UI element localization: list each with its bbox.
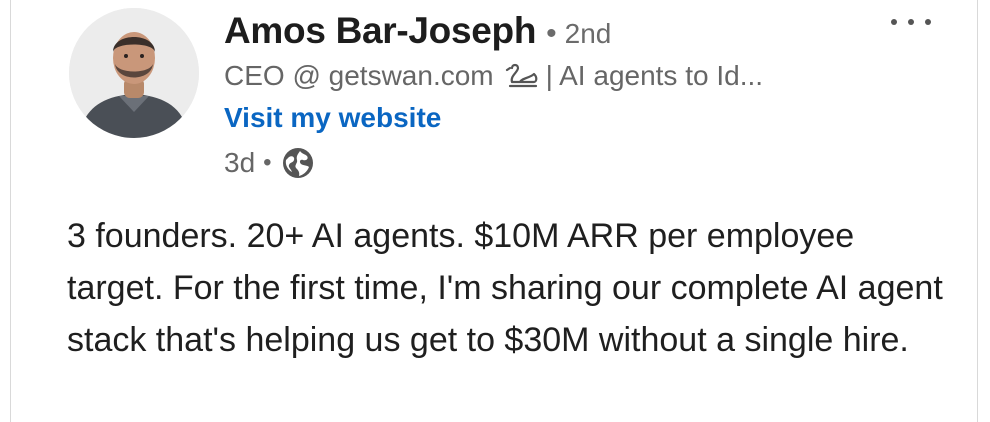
connection-degree: 2nd	[564, 18, 612, 49]
author-name[interactable]: Amos Bar-Joseph	[224, 10, 536, 52]
author-name-row: Amos Bar-Joseph • 2nd	[224, 10, 611, 54]
more-options-icon-dot	[891, 19, 897, 25]
author-headline: CEO @ getswan.com | AI agents to Id...	[224, 60, 763, 92]
more-options-icon-dot	[925, 19, 931, 25]
more-options-button[interactable]	[891, 10, 931, 34]
headline-text-1: CEO @ getswan.com	[224, 60, 494, 91]
globe-icon	[282, 148, 313, 178]
author-avatar[interactable]	[69, 8, 199, 138]
post-meta: 3d •	[224, 145, 316, 181]
more-options-icon-dot	[908, 19, 914, 25]
headline-text-2: | AI agents to Id...	[545, 60, 764, 91]
post-body: 3 founders. 20+ AI agents. $10M ARR per …	[67, 217, 943, 359]
swan-icon	[505, 63, 538, 88]
meta-separator: •	[263, 149, 272, 176]
post-age: 3d	[224, 147, 256, 178]
post-card: Amos Bar-Joseph • 2nd CEO @ getswan.com …	[10, 0, 978, 422]
visit-website-link[interactable]: Visit my website	[224, 102, 441, 134]
profile-photo-icon	[69, 8, 199, 138]
name-separator: •	[546, 17, 557, 50]
